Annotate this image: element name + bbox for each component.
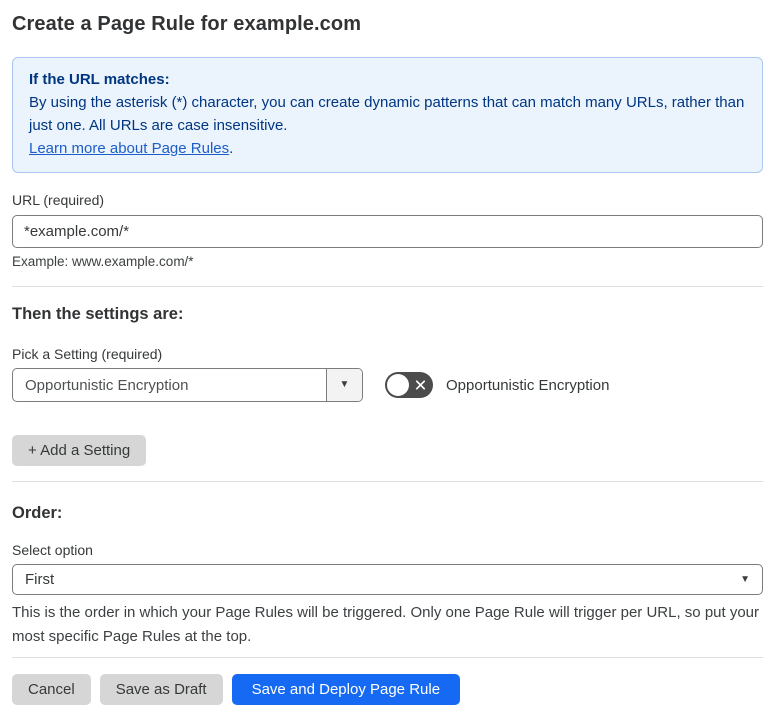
order-select[interactable]: First ▼ [12,564,763,595]
save-draft-button[interactable]: Save as Draft [99,674,223,705]
info-box-link-line: Learn more about Page Rules. [29,137,746,160]
chevron-down-icon: ▼ [740,573,750,585]
link-period: . [229,140,234,157]
page-title: Create a Page Rule for example.com [12,13,362,35]
opportunistic-encryption-toggle[interactable] [385,372,433,398]
footer-actions: Cancel Save as Draft Save and Deploy Pag… [12,674,763,705]
divider [12,481,763,482]
info-box-heading: If the URL matches: [29,71,170,88]
setting-row: Opportunistic Encryption ▼ Opportunistic… [12,368,763,402]
order-section-heading: Order: [12,504,63,522]
setting-dropdown-arrow-button[interactable]: ▼ [326,369,362,401]
url-example-text: Example: www.example.com/* [12,254,194,269]
x-icon [415,380,426,390]
toggle-label: Opportunistic Encryption [446,376,610,394]
divider [12,286,763,287]
order-help-text: This is the order in which your Page Rul… [12,604,760,645]
settings-section-heading: Then the settings are: [12,305,184,323]
url-field-label: URL (required) [12,192,105,208]
pick-setting-label: Pick a Setting (required) [12,346,163,362]
select-option-label: Select option [12,542,93,558]
add-setting-button[interactable]: + Add a Setting [12,435,147,466]
save-deploy-button[interactable]: Save and Deploy Page Rule [231,674,461,705]
info-box-body: By using the asterisk (*) character, you… [29,94,745,134]
setting-dropdown-value: Opportunistic Encryption [25,376,189,394]
order-select-value: First [25,571,55,588]
toggle-knob [387,374,409,396]
url-input[interactable] [12,215,763,248]
divider [12,657,763,658]
chevron-down-icon: ▼ [339,379,350,390]
setting-dropdown[interactable]: Opportunistic Encryption ▼ [12,368,363,402]
learn-more-link[interactable]: Learn more about Page Rules [29,140,229,157]
url-match-info-box: If the URL matches: By using the asteris… [12,57,763,173]
cancel-button[interactable]: Cancel [12,674,91,705]
